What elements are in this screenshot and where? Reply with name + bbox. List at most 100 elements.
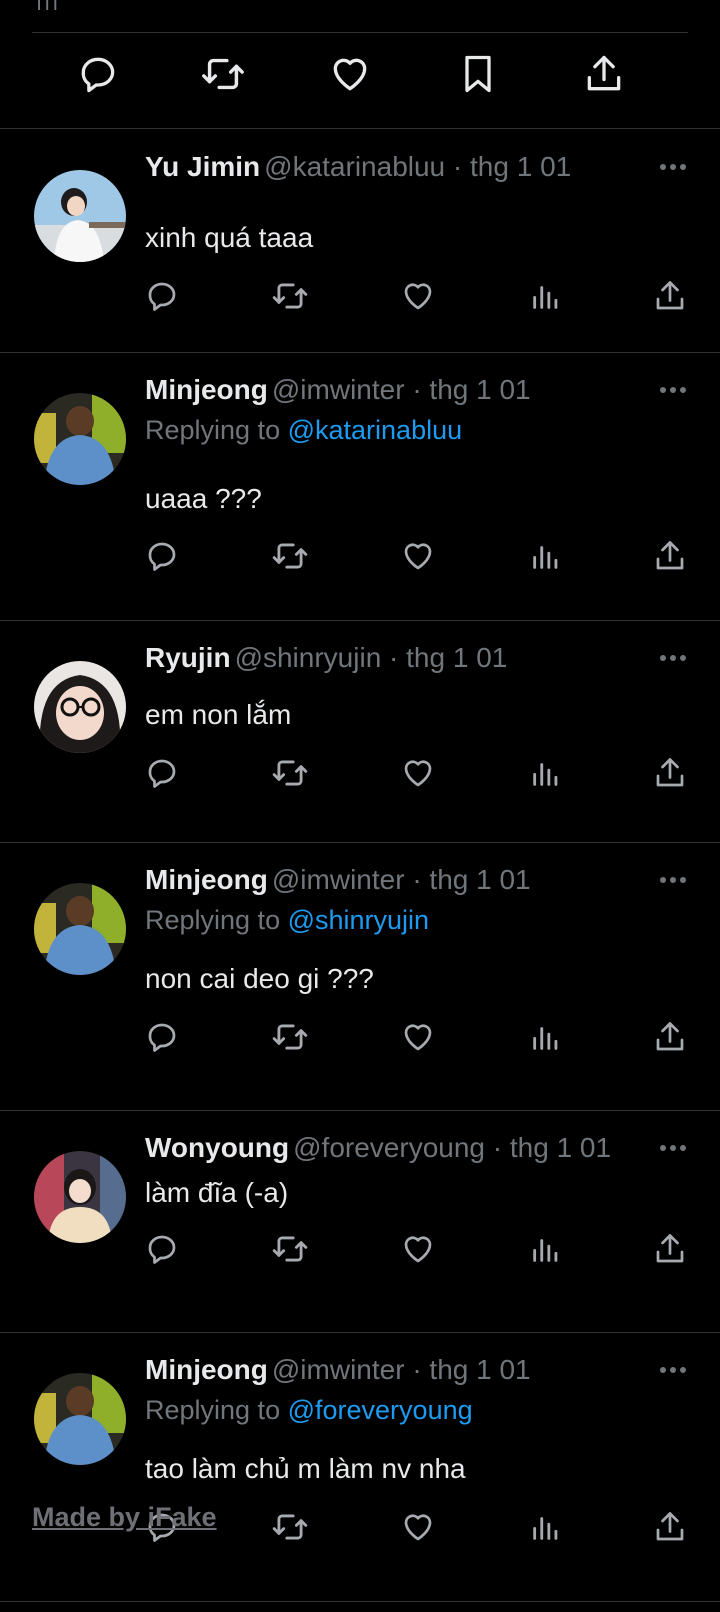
handle-and-date[interactable]: @foreveryoung · thg 1 01 [293,1132,611,1163]
reply-tweet[interactable]: Minjeong @imwinter · thg 1 01 Replying to… [0,1333,720,1601]
share-icon [656,758,684,787]
more-icon [660,387,686,393]
display-name[interactable]: Ryujin [145,642,231,673]
more-options-button[interactable] [658,1133,688,1163]
share-icon [587,55,621,91]
handle-and-date[interactable]: @imwinter · thg 1 01 [272,374,531,405]
reply-button[interactable] [142,536,182,576]
display-name[interactable]: Yu Jimin [145,151,260,182]
reply-tweet[interactable]: Minjeong @imwinter · thg 1 01 Replying to… [0,843,720,1110]
replying-to: Replying to @shinryujin [145,905,429,936]
replying-to-link[interactable]: @shinryujin [288,905,429,935]
truncated-text: ııı [36,0,61,15]
retweet-button[interactable] [270,536,310,576]
handle-and-date[interactable]: @imwinter · thg 1 01 [272,1354,531,1385]
more-icon [660,164,686,170]
avatar-minjeong[interactable] [34,1373,126,1465]
like-button[interactable] [398,536,438,576]
like-button[interactable] [398,1507,438,1547]
retweet-button[interactable] [270,1507,310,1547]
retweet-icon [272,1514,308,1540]
more-options-button[interactable] [658,152,688,182]
retweet-icon [272,760,308,786]
reply-text: làm đĩa (-a) [145,1177,289,1208]
reply-tweet[interactable]: Wonyoung @foreveryoung · thg 1 01 làm đĩa… [0,1111,720,1332]
retweet-button[interactable] [270,1229,310,1269]
display-name[interactable]: Minjeong [145,864,268,895]
reply-button[interactable] [142,276,182,316]
display-name[interactable]: Minjeong [145,1354,268,1385]
retweet-icon [202,58,244,90]
share-button[interactable] [650,1229,690,1269]
retweet-button[interactable] [270,1017,310,1057]
replying-to: Replying to @foreveryoung [145,1395,473,1426]
like-button[interactable] [398,1229,438,1269]
reply-button[interactable] [142,753,182,793]
share-button[interactable] [580,50,628,98]
views-button[interactable] [526,1507,566,1547]
display-name[interactable]: Minjeong [145,374,268,405]
views-button[interactable] [526,1017,566,1057]
share-icon [656,281,684,310]
reply-tweet[interactable]: Minjeong @imwinter · thg 1 01 Replying to… [0,353,720,620]
views-button[interactable] [526,753,566,793]
like-button[interactable] [398,753,438,793]
retweet-icon [272,1236,308,1262]
avatar-minjeong[interactable] [34,393,126,485]
more-options-button[interactable] [658,375,688,405]
main-tweet-action-bar [0,50,720,110]
share-button[interactable] [650,276,690,316]
like-button[interactable] [398,1017,438,1057]
handle-and-date[interactable]: @imwinter · thg 1 01 [272,864,531,895]
replying-label: Replying to [145,415,281,445]
views-button[interactable] [526,1229,566,1269]
handle-and-date[interactable]: @shinryujin · thg 1 01 [235,642,508,673]
share-button[interactable] [650,1017,690,1057]
reply-icon [148,1235,176,1264]
handle-and-date[interactable]: @katarinabluu · thg 1 01 [264,151,571,182]
more-options-button[interactable] [658,1355,688,1385]
retweet-button[interactable] [199,50,247,98]
more-options-button[interactable] [658,865,688,895]
avatar-yu-jimin[interactable] [34,170,126,262]
reply-header: Yu Jimin @katarinabluu · thg 1 01 [145,150,640,184]
avatar-ryujin[interactable] [34,661,126,753]
reply-button[interactable] [74,50,122,98]
reply-icon [148,282,176,311]
reply-button[interactable] [142,1229,182,1269]
reply-tweet[interactable]: Ryujin @shinryujin · thg 1 01 em non lắm [0,621,720,842]
share-icon [656,1512,684,1541]
replying-to-link[interactable]: @foreveryoung [288,1395,473,1425]
reply-icon [81,57,115,93]
like-button[interactable] [398,276,438,316]
bookmark-button[interactable] [454,50,502,98]
views-icon [533,763,558,786]
reply-button[interactable] [142,1017,182,1057]
retweet-button[interactable] [270,753,310,793]
share-icon [656,1022,684,1051]
reply-tweet[interactable]: Yu Jimin @katarinabluu · thg 1 01 xinh qu… [0,130,720,352]
views-button[interactable] [526,276,566,316]
share-icon [656,541,684,570]
share-button[interactable] [650,1507,690,1547]
more-icon [660,877,686,883]
views-icon [533,1239,558,1262]
replying-to-link[interactable]: @katarinabluu [288,415,463,445]
share-button[interactable] [650,753,690,793]
like-icon [404,760,432,787]
reply-text: em non lắm [145,699,292,730]
reply-action-bar [0,536,720,576]
retweet-button[interactable] [270,276,310,316]
display-name[interactable]: Wonyoung [145,1132,289,1163]
share-button[interactable] [650,536,690,576]
avatar-minjeong[interactable] [34,883,126,975]
views-button[interactable] [526,536,566,576]
like-button[interactable] [326,50,374,98]
reply-icon [148,542,176,571]
like-icon [404,283,432,310]
reply-header: Minjeong @imwinter · thg 1 01 [145,373,640,407]
more-options-button[interactable] [658,643,688,673]
divider [32,32,688,33]
reply-text: non cai deo gi ??? [145,963,374,994]
more-icon [660,655,686,661]
